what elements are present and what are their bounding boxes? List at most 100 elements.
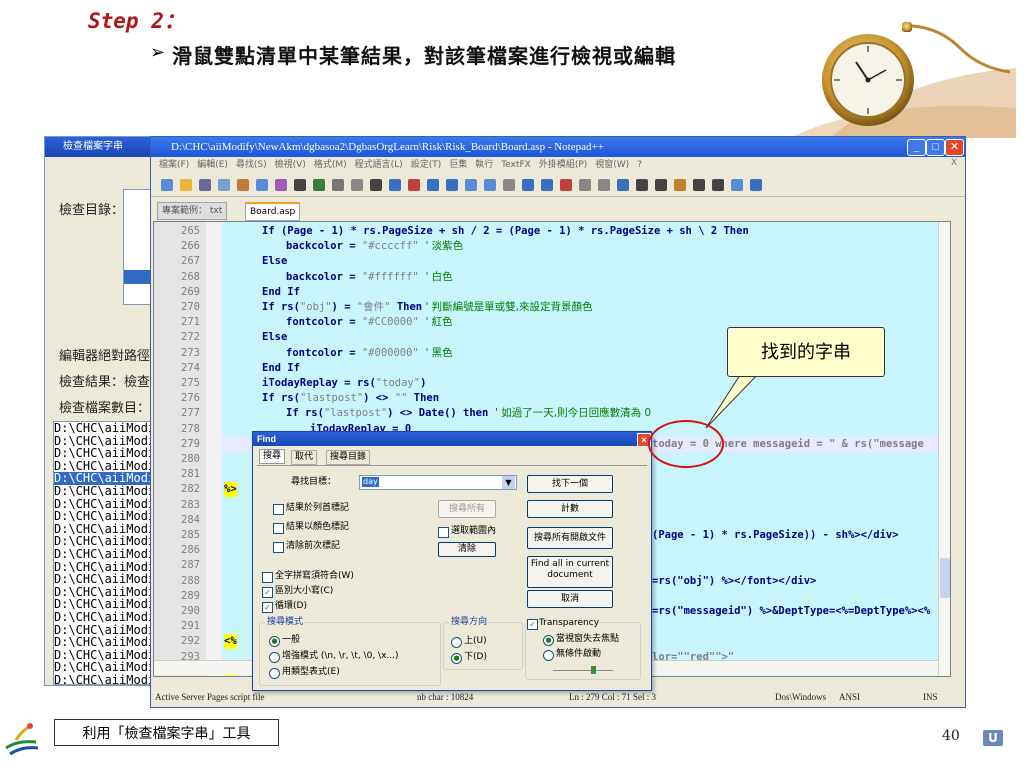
checkbox-whole-word[interactable] (262, 572, 273, 583)
find-target-combobox[interactable]: day ▼ (359, 475, 517, 490)
find-target-value: day (362, 477, 379, 487)
menu-item[interactable]: 檢視(V) (275, 160, 306, 170)
radio-mode-extended[interactable] (269, 652, 280, 663)
toolbar-button-icon[interactable] (598, 179, 610, 191)
radio-direction-up[interactable] (451, 637, 462, 648)
runner-logo-icon (5, 723, 39, 756)
tab-project-sample[interactable]: 專案範例： txt (157, 202, 228, 220)
find-next-button[interactable]: 找下一個 (527, 475, 613, 493)
toolbar-button-icon[interactable] (313, 179, 325, 191)
transparency-slider[interactable] (553, 670, 613, 671)
menu-item[interactable]: 檔案(F) (159, 160, 189, 170)
toolbar-button-icon[interactable] (503, 179, 515, 191)
menu-item[interactable]: TextFX (501, 160, 531, 170)
menu-item[interactable]: 編輯(E) (197, 160, 228, 170)
toolbar-button-icon[interactable] (731, 179, 743, 191)
toolbar-button-icon[interactable] (465, 179, 477, 191)
menu-item[interactable]: 尋找(S) (236, 160, 267, 170)
minimize-button[interactable]: _ (907, 139, 926, 156)
menu-close-icon[interactable]: X (951, 158, 957, 168)
search-all-button[interactable]: 搜尋所有 (438, 500, 496, 518)
toolbar-button-icon[interactable] (294, 179, 306, 191)
toolbar-button-icon[interactable] (712, 179, 724, 191)
label-check-directory: 檢查目錄： (59, 203, 125, 218)
menu-item[interactable]: 格式(M) (314, 160, 347, 170)
code-token: "#ccccff" (361, 240, 419, 253)
checkbox-wrap[interactable]: ✓ (262, 602, 273, 613)
toolbar-button-icon[interactable] (218, 179, 230, 191)
code-line[interactable]: If rs("lastpost") <> Date() then ' 如過了一天… (222, 406, 950, 421)
toolbar-button-icon[interactable] (541, 179, 553, 191)
toolbar-button-icon[interactable] (617, 179, 629, 191)
find-all-current-doc-button[interactable]: Find all in current document (527, 556, 613, 588)
code-line[interactable]: If rs("lastpost") <> "" Then (222, 391, 950, 406)
maximize-button[interactable]: □ (926, 139, 945, 156)
checkbox-color-mark[interactable] (273, 523, 284, 534)
radio-mode-normal[interactable]: ● (269, 636, 280, 647)
code-line[interactable]: backcolor = "#ccccff" ' 淡紫色 (222, 239, 950, 254)
toolbar-button-icon[interactable] (199, 179, 211, 191)
toolbar-button-icon[interactable] (674, 179, 686, 191)
toolbar-button-icon[interactable] (579, 179, 591, 191)
radio-trans-always[interactable] (543, 650, 554, 661)
toolbar-button-icon[interactable] (427, 179, 439, 191)
checkbox-clear-marks[interactable] (273, 542, 284, 553)
find-tab-search-dir[interactable]: 搜尋目錄 (326, 450, 371, 465)
radio-trans-lose-focus[interactable]: ● (543, 635, 554, 646)
tab-board-asp[interactable]: Board.asp (245, 202, 301, 221)
count-button[interactable]: 計數 (527, 500, 613, 518)
toolbar-button-icon[interactable] (180, 179, 192, 191)
cancel-button[interactable]: 取消 (527, 590, 613, 608)
toolbar-button-icon[interactable] (636, 179, 648, 191)
find-tab-replace[interactable]: 取代 (291, 450, 318, 465)
code-line[interactable]: If (Page - 1) * rs.PageSize + sh / 2 = (… (222, 224, 950, 239)
code-token: If (262, 392, 281, 405)
code-line[interactable]: iTodayReplay = rs("today") (222, 376, 950, 391)
menu-item[interactable]: ? (637, 160, 642, 170)
toolbar-button-icon[interactable] (256, 179, 268, 191)
checkbox-in-selection[interactable] (438, 527, 449, 538)
toolbar-button-icon[interactable] (389, 179, 401, 191)
toolbar-button-icon[interactable] (332, 179, 344, 191)
menu-item[interactable]: 視窗(W) (595, 160, 629, 170)
toolbar-button-icon[interactable] (370, 179, 382, 191)
menu-item[interactable]: 執行 (475, 160, 493, 170)
toolbar-button-icon[interactable] (161, 179, 173, 191)
code-line[interactable]: End If (222, 285, 950, 300)
toolbar-button-icon[interactable] (408, 179, 420, 191)
transparency-slider-thumb[interactable] (591, 666, 596, 674)
toolbar-button-icon[interactable] (655, 179, 667, 191)
checkbox-transparency[interactable]: ✓ (527, 619, 538, 630)
fold-margin[interactable] (206, 222, 222, 676)
close-button[interactable]: ✕ (945, 139, 964, 156)
toolbar-button-icon[interactable] (522, 179, 534, 191)
clear-button[interactable]: 清除 (438, 542, 496, 557)
code-line[interactable]: Else (222, 254, 950, 269)
checkbox-bookmark-line[interactable] (273, 504, 284, 515)
toolbar-button-icon[interactable] (560, 179, 572, 191)
toolbar-button-icon[interactable] (484, 179, 496, 191)
find-tab-search[interactable]: 搜尋 (259, 449, 286, 464)
menu-item[interactable]: 外掛模組(P) (539, 160, 587, 170)
find-all-open-docs-button[interactable]: 搜尋所有開啟文件 (527, 527, 613, 549)
code-line[interactable]: backcolor = "#ffffff" ' 白色 (222, 270, 950, 285)
vertical-scroll-thumb[interactable] (940, 558, 950, 598)
line-number: 290 (181, 605, 200, 617)
toolbar-button-icon[interactable] (446, 179, 458, 191)
fragment-line-285: (Page - 1) * rs.PageSize)) - sh%></div> (652, 529, 899, 541)
menu-item[interactable]: 設定(T) (411, 160, 442, 170)
toolbar-button-icon[interactable] (693, 179, 705, 191)
checkbox-match-case[interactable]: ✓ (262, 587, 273, 598)
toolbar-button-icon[interactable] (351, 179, 363, 191)
toolbar-button-icon[interactable] (237, 179, 249, 191)
radio-mode-regex[interactable] (269, 668, 280, 679)
chevron-down-icon[interactable]: ▼ (502, 476, 515, 489)
line-number-gutter: 265 266 267 268 269 270 271 272 273 274 275 276 277 2… (154, 222, 206, 676)
toolbar-button-icon[interactable] (750, 179, 762, 191)
code-line[interactable]: If rs("obj") = "會件" Then ' 判斷編號是單或雙,來設定背… (222, 300, 950, 315)
menu-item[interactable]: 程式語言(L) (355, 160, 403, 170)
radio-direction-down[interactable]: ● (451, 653, 462, 664)
menu-item[interactable]: 巨集 (449, 160, 467, 170)
vertical-scrollbar[interactable] (938, 222, 950, 676)
toolbar-button-icon[interactable] (275, 179, 287, 191)
